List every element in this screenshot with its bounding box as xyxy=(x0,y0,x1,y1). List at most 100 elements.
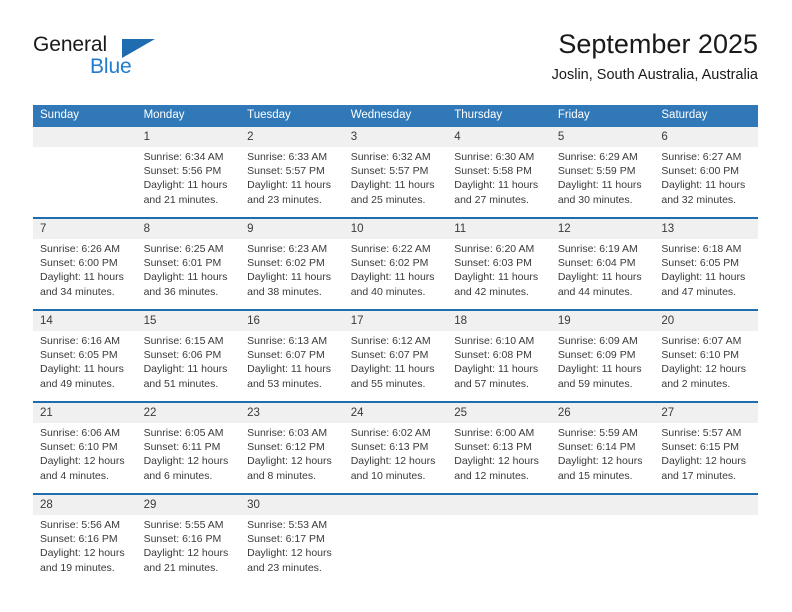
day-cell[interactable]: Sunrise: 6:16 AM Sunset: 6:05 PM Dayligh… xyxy=(33,331,137,402)
day-number[interactable]: 17 xyxy=(343,309,448,331)
day-cell[interactable]: Sunrise: 6:32 AM Sunset: 5:57 PM Dayligh… xyxy=(343,147,448,218)
day-cell[interactable]: Sunrise: 6:27 AM Sunset: 6:00 PM Dayligh… xyxy=(654,147,758,218)
sunrise-text: Sunrise: 6:03 AM xyxy=(247,427,328,439)
day-cell[interactable]: Sunrise: 6:02 AM Sunset: 6:13 PM Dayligh… xyxy=(343,423,448,494)
day-cell[interactable]: Sunrise: 6:29 AM Sunset: 5:59 PM Dayligh… xyxy=(550,147,655,218)
day-number[interactable]: 25 xyxy=(447,401,551,423)
day-number[interactable]: 28 xyxy=(33,493,137,515)
day-number[interactable]: 8 xyxy=(136,217,241,239)
daylight-text-line1: Daylight: 12 hours xyxy=(454,455,539,468)
sunset-text: Sunset: 5:56 PM xyxy=(143,165,222,178)
day-cell[interactable]: Sunrise: 6:05 AM Sunset: 6:11 PM Dayligh… xyxy=(136,423,241,494)
day-number[interactable]: 4 xyxy=(447,127,551,147)
day-number[interactable]: 5 xyxy=(550,127,655,147)
general-blue-logo[interactable]: General Blue xyxy=(33,33,213,85)
day-number[interactable]: 11 xyxy=(447,217,551,239)
day-cell[interactable]: Sunrise: 6:23 AM Sunset: 6:02 PM Dayligh… xyxy=(240,239,344,310)
sunrise-text: Sunrise: 6:19 AM xyxy=(557,243,638,255)
sunset-text: Sunset: 6:04 PM xyxy=(557,257,636,270)
day-cell[interactable]: Sunrise: 6:30 AM Sunset: 5:58 PM Dayligh… xyxy=(447,147,551,218)
daylight-text-line1: Daylight: 12 hours xyxy=(143,455,229,468)
day-cell[interactable]: Sunrise: 5:55 AM Sunset: 6:16 PM Dayligh… xyxy=(136,515,241,585)
day-number[interactable]: 21 xyxy=(33,401,137,423)
daylight-text-line2: and 55 minutes. xyxy=(350,377,426,390)
day-cell[interactable]: Sunrise: 6:09 AM Sunset: 6:09 PM Dayligh… xyxy=(550,331,655,402)
week-info-row: Sunrise: 6:34 AM Sunset: 5:56 PM Dayligh… xyxy=(33,147,758,218)
day-number[interactable]: 24 xyxy=(343,401,448,423)
day-cell[interactable]: Sunrise: 6:26 AM Sunset: 6:00 PM Dayligh… xyxy=(33,239,137,310)
day-cell[interactable]: Sunrise: 6:06 AM Sunset: 6:10 PM Dayligh… xyxy=(33,423,137,494)
daylight-text-line2: and 32 minutes. xyxy=(661,193,737,206)
sunset-text: Sunset: 6:10 PM xyxy=(661,349,740,362)
day-cell[interactable]: Sunrise: 6:15 AM Sunset: 6:06 PM Dayligh… xyxy=(136,331,241,402)
day-cell[interactable]: Sunrise: 6:13 AM Sunset: 6:07 PM Dayligh… xyxy=(240,331,344,402)
daylight-text-line1: Daylight: 11 hours xyxy=(557,363,642,376)
day-number[interactable]: 27 xyxy=(654,401,758,423)
weekday-header-monday: Monday xyxy=(136,105,241,127)
day-number[interactable]: 1 xyxy=(136,127,241,147)
day-number[interactable]: 14 xyxy=(33,309,137,331)
day-number[interactable]: 16 xyxy=(240,309,344,331)
day-number[interactable]: 15 xyxy=(136,309,241,331)
daylight-text-line2: and 40 minutes. xyxy=(350,285,426,298)
sunset-text: Sunset: 6:11 PM xyxy=(143,441,221,454)
day-cell[interactable]: Sunrise: 6:19 AM Sunset: 6:04 PM Dayligh… xyxy=(550,239,655,310)
day-number[interactable]: 2 xyxy=(240,127,344,147)
day-number[interactable]: 22 xyxy=(136,401,241,423)
day-cell[interactable]: Sunrise: 5:57 AM Sunset: 6:15 PM Dayligh… xyxy=(654,423,758,494)
day-number[interactable]: 20 xyxy=(654,309,758,331)
sunset-text: Sunset: 6:16 PM xyxy=(143,533,222,546)
day-cell[interactable]: Sunrise: 6:10 AM Sunset: 6:08 PM Dayligh… xyxy=(447,331,551,402)
day-cell[interactable]: Sunrise: 5:53 AM Sunset: 6:17 PM Dayligh… xyxy=(240,515,344,585)
sunset-text: Sunset: 6:12 PM xyxy=(247,441,325,454)
week-daynum-row: 1 2 3 4 5 6 xyxy=(33,127,758,147)
day-cell[interactable]: Sunrise: 6:22 AM Sunset: 6:02 PM Dayligh… xyxy=(343,239,448,310)
day-number[interactable]: 9 xyxy=(240,217,344,239)
day-cell[interactable]: Sunrise: 6:25 AM Sunset: 6:01 PM Dayligh… xyxy=(136,239,241,310)
day-cell[interactable]: Sunrise: 6:03 AM Sunset: 6:12 PM Dayligh… xyxy=(240,423,344,494)
day-cell[interactable]: Sunrise: 5:59 AM Sunset: 6:14 PM Dayligh… xyxy=(550,423,655,494)
day-cell[interactable]: Sunrise: 6:33 AM Sunset: 5:57 PM Dayligh… xyxy=(240,147,344,218)
day-number[interactable]: 23 xyxy=(240,401,344,423)
weekday-header-wednesday: Wednesday xyxy=(343,105,448,127)
day-cell[interactable]: Sunrise: 6:00 AM Sunset: 6:13 PM Dayligh… xyxy=(447,423,551,494)
daylight-text-line2: and 23 minutes. xyxy=(247,193,322,206)
day-cell[interactable]: Sunrise: 6:18 AM Sunset: 6:05 PM Dayligh… xyxy=(654,239,758,310)
day-number[interactable]: 3 xyxy=(343,127,448,147)
day-number[interactable]: 30 xyxy=(240,493,344,515)
day-cell[interactable]: Sunrise: 6:20 AM Sunset: 6:03 PM Dayligh… xyxy=(447,239,551,310)
daylight-text-line1: Daylight: 11 hours xyxy=(454,271,539,284)
day-number[interactable]: 10 xyxy=(343,217,448,239)
week-daynum-row: 14 15 16 17 18 19 20 xyxy=(33,309,758,331)
daylight-text-line2: and 2 minutes. xyxy=(661,377,731,390)
daylight-text-line1: Daylight: 11 hours xyxy=(350,271,435,284)
sunset-text: Sunset: 6:00 PM xyxy=(661,165,740,178)
day-number xyxy=(654,493,758,515)
daylight-text-line1: Daylight: 12 hours xyxy=(143,547,229,560)
weekday-header-saturday: Saturday xyxy=(654,105,758,127)
sunrise-text: Sunrise: 6:20 AM xyxy=(454,243,535,255)
day-number[interactable]: 12 xyxy=(550,217,655,239)
day-cell[interactable]: Sunrise: 6:07 AM Sunset: 6:10 PM Dayligh… xyxy=(654,331,758,402)
day-number[interactable]: 7 xyxy=(33,217,137,239)
sunrise-text: Sunrise: 5:56 AM xyxy=(40,519,120,531)
daylight-text-line1: Daylight: 11 hours xyxy=(557,271,642,284)
day-number[interactable]: 26 xyxy=(550,401,655,423)
sunset-text: Sunset: 6:13 PM xyxy=(350,441,429,454)
day-number[interactable]: 18 xyxy=(447,309,551,331)
week-daynum-row: 21 22 23 24 25 26 27 xyxy=(33,401,758,423)
sunrise-text: Sunrise: 6:27 AM xyxy=(661,151,742,163)
day-number[interactable]: 19 xyxy=(550,309,655,331)
day-cell[interactable]: Sunrise: 6:12 AM Sunset: 6:07 PM Dayligh… xyxy=(343,331,448,402)
sunrise-text: Sunrise: 6:15 AM xyxy=(143,335,224,347)
daylight-text-line1: Daylight: 12 hours xyxy=(40,547,125,560)
daylight-text-line2: and 8 minutes. xyxy=(247,469,317,482)
sunset-text: Sunset: 6:09 PM xyxy=(557,349,636,362)
week-info-row: Sunrise: 6:06 AM Sunset: 6:10 PM Dayligh… xyxy=(33,423,758,494)
day-cell[interactable]: Sunrise: 6:34 AM Sunset: 5:56 PM Dayligh… xyxy=(136,147,241,218)
day-cell[interactable]: Sunrise: 5:56 AM Sunset: 6:16 PM Dayligh… xyxy=(33,515,137,585)
day-number[interactable]: 13 xyxy=(654,217,758,239)
day-number[interactable]: 29 xyxy=(136,493,241,515)
sunrise-text: Sunrise: 6:09 AM xyxy=(557,335,638,347)
day-number[interactable]: 6 xyxy=(654,127,758,147)
